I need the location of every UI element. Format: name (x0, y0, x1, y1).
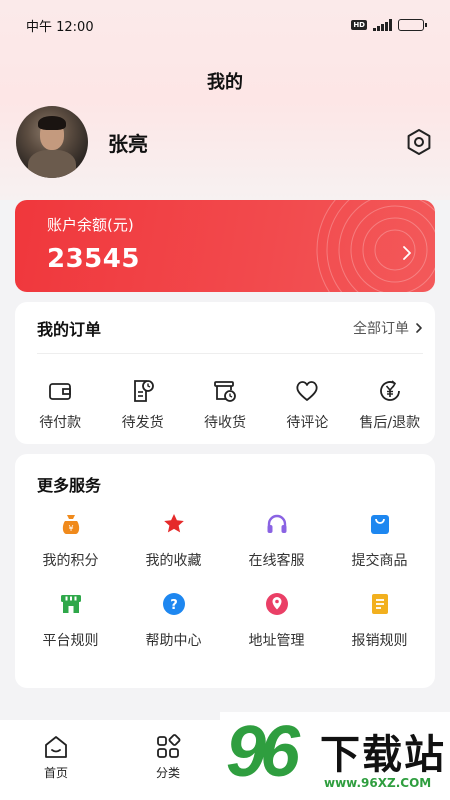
tab-home[interactable]: 首页 (0, 720, 112, 800)
avatar[interactable] (16, 106, 88, 178)
tab-label: 分类 (155, 766, 180, 780)
services-title: 更多服务 (37, 476, 102, 495)
watermark-text: 下载站 (320, 732, 446, 778)
order-item-label: 待收货 (203, 415, 246, 431)
service-customer-support[interactable]: 在线客服 (225, 512, 328, 570)
help-circle-icon: ? (162, 592, 186, 616)
orders-header: 我的订单 全部订单 (37, 302, 423, 354)
balance-card[interactable]: 账户余额(元) 23545 (15, 200, 435, 292)
service-label: 我的积分 (42, 553, 99, 569)
document-icon (368, 592, 392, 616)
services-card: 更多服务 ¥ 我的积分 我的收藏 在线客服 提交商品 平台规则 ? 帮助中心 地… (15, 454, 435, 688)
page-title: 我的 (207, 72, 243, 93)
service-label: 平台规则 (42, 633, 99, 649)
points-bag-icon: ¥ (59, 512, 83, 536)
signal-icon (373, 19, 392, 31)
profile-section: 张亮 (16, 106, 434, 178)
order-status-row: 待付款 待发货 待收货 待评论 售后/退款 (15, 354, 435, 432)
order-item-label: 待付款 (39, 415, 82, 431)
order-item-label: 待评论 (286, 415, 329, 431)
service-grid: ¥ 我的积分 我的收藏 在线客服 提交商品 平台规则 ? 帮助中心 地址管理 报… (15, 512, 435, 650)
svg-text:?: ? (170, 598, 178, 613)
watermark-url: www.96XZ.COM (324, 776, 432, 790)
status-icons: HD (351, 19, 427, 31)
location-pin-icon (265, 592, 289, 616)
order-item-label: 待发货 (121, 415, 164, 431)
service-help-center[interactable]: ? 帮助中心 (122, 592, 225, 650)
orders-title: 我的订单 (37, 319, 102, 339)
refund-yen-icon (377, 378, 403, 404)
order-item-label: 售后/退款 (359, 415, 421, 431)
decorative-rings (316, 200, 435, 292)
hd-icon: HD (351, 20, 367, 30)
service-platform-rules[interactable]: 平台规则 (19, 592, 122, 650)
service-label: 地址管理 (248, 633, 305, 649)
service-reimbursement-rules[interactable]: 报销规则 (328, 592, 431, 650)
star-icon (162, 512, 186, 536)
order-after-sales[interactable]: 售后/退款 (350, 378, 430, 432)
status-bar: 中午 12:00 HD (0, 0, 450, 50)
watermark-number: 96 (226, 712, 300, 792)
username: 张亮 (108, 131, 148, 156)
chevron-right-icon (416, 322, 422, 333)
tab-category[interactable]: 分类 (112, 720, 224, 800)
headset-icon (265, 512, 289, 536)
order-pending-receipt[interactable]: 待收货 (185, 378, 265, 432)
heart-icon (294, 378, 320, 404)
service-label: 报销规则 (351, 633, 408, 649)
service-submit-product[interactable]: 提交商品 (328, 512, 431, 570)
battery-icon (398, 19, 427, 31)
settings-button[interactable] (404, 127, 434, 157)
box-clock-icon (212, 378, 238, 404)
tab-label: 首页 (43, 766, 68, 780)
service-label: 帮助中心 (145, 633, 202, 649)
wallet-icon (47, 378, 73, 404)
service-address-management[interactable]: 地址管理 (225, 592, 328, 650)
shopping-bag-icon (368, 512, 392, 536)
orders-card: 我的订单 全部订单 待付款 待发货 待收货 待评论 售后/退款 (15, 302, 435, 444)
invoice-clock-icon (130, 378, 156, 404)
status-time: 中午 12:00 (26, 19, 94, 35)
all-orders-link[interactable]: 全部订单 (353, 318, 423, 338)
order-pending-review[interactable]: 待评论 (267, 378, 347, 432)
category-icon (157, 734, 181, 758)
service-label: 在线客服 (248, 553, 305, 569)
service-label: 我的收藏 (145, 553, 202, 569)
service-points[interactable]: ¥ 我的积分 (19, 512, 122, 570)
watermark-logo: 96 下载站 www.96XZ.COM (220, 712, 450, 800)
store-icon (59, 592, 83, 616)
all-orders-label: 全部订单 (353, 320, 409, 337)
settings-icon (407, 129, 431, 155)
svg-text:¥: ¥ (68, 524, 73, 533)
service-favorites[interactable]: 我的收藏 (122, 512, 225, 570)
chevron-right-icon (403, 246, 411, 260)
order-pending-payment[interactable]: 待付款 (20, 378, 100, 432)
balance-value: 23545 (47, 244, 140, 274)
balance-label: 账户余额(元) (47, 216, 134, 234)
home-icon (45, 736, 67, 758)
order-pending-shipment[interactable]: 待发货 (103, 378, 183, 432)
service-label: 提交商品 (351, 553, 408, 569)
